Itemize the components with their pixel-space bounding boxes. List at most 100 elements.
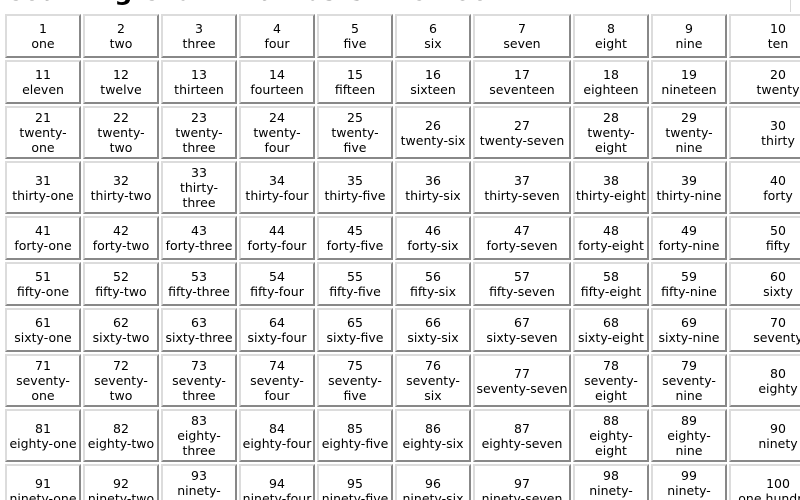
number-word: forty: [763, 187, 793, 203]
number-cell: 5 five: [317, 14, 393, 58]
number-word: thirty-nine: [656, 187, 722, 203]
number-word: sixty-five: [326, 330, 384, 345]
number-digit: 20: [770, 67, 786, 82]
number-digit: 3: [195, 21, 203, 36]
number-word: sixty-three: [165, 330, 233, 345]
number-word: seventy-four: [250, 373, 304, 403]
number-cell: 86 eighty-six: [395, 409, 471, 462]
number-word: fifty-nine: [661, 284, 717, 299]
number-cell: 90 ninety: [729, 409, 800, 462]
number-word: sixteen: [410, 82, 456, 97]
number-word: eight: [595, 36, 627, 51]
number-cell: 43 forty-three: [161, 216, 237, 260]
number-digit: 45: [347, 223, 363, 238]
number-word: seventy-seven: [476, 380, 568, 396]
table-row: 51 fifty-one 52 fifty-two 53 fifty-three 54 fif…: [5, 262, 800, 306]
number-digit: 33: [191, 165, 207, 180]
number-cell: 60 sixty: [729, 262, 800, 306]
number-cell: 95 ninety-five: [317, 464, 393, 500]
number-word: eighty-nine: [667, 428, 711, 458]
number-word: thirty-four: [245, 187, 309, 203]
number-digit: 48: [603, 223, 619, 238]
number-cell: 23 twenty-three: [161, 106, 237, 159]
number-cell: 75 seventy-five: [317, 354, 393, 407]
number-word: ninety-nine: [667, 483, 711, 500]
number-cell: 37 thirty-seven: [473, 161, 571, 214]
number-word: six: [424, 36, 442, 51]
number-word: twelve: [100, 82, 142, 97]
number-cell: 59 fifty-nine: [651, 262, 727, 306]
number-digit: 86: [425, 420, 441, 436]
number-cell: 7 seven: [473, 14, 571, 58]
number-digit: 67: [514, 315, 530, 330]
number-digit: 8: [607, 21, 615, 36]
number-word: ninety-four: [242, 490, 312, 500]
number-cell: 15 fifteen: [317, 60, 393, 104]
number-cell: 31 thirty-one: [5, 161, 81, 214]
number-digit: 57: [514, 269, 530, 284]
number-digit: 30: [770, 117, 786, 133]
number-cell: 84 eighty-four: [239, 409, 315, 462]
number-word: ninety-five: [321, 490, 389, 500]
number-cell: 48 forty-eight: [573, 216, 649, 260]
number-cell: 34 thirty-four: [239, 161, 315, 214]
number-digit: 85: [347, 420, 363, 436]
number-word: four: [264, 36, 290, 51]
number-cell: 12 twelve: [83, 60, 159, 104]
number-word: eighty-two: [87, 435, 155, 451]
number-cell: 96 ninety-six: [395, 464, 471, 500]
number-word: seventy-one: [16, 373, 70, 403]
number-digit: 22: [113, 110, 129, 125]
number-digit: 53: [191, 269, 207, 284]
number-digit: 50: [770, 223, 786, 238]
number-word: eighty: [758, 380, 798, 396]
number-word: twenty-six: [400, 132, 466, 148]
number-word: thirty-five: [324, 187, 386, 203]
number-digit: 76: [425, 358, 441, 373]
number-word: ninety-six: [402, 490, 464, 500]
number-word: eighty-seven: [481, 435, 563, 451]
number-cell: 14 fourteen: [239, 60, 315, 104]
number-digit: 46: [425, 223, 441, 238]
number-word: twenty-nine: [665, 125, 713, 155]
number-digit: 49: [681, 223, 697, 238]
numbers-table: 1 one 2 two 3 three 4 four 5 five 6 six 7 seven 8 eight…: [3, 12, 800, 500]
number-digit: 51: [35, 269, 51, 284]
number-word: seventy-three: [172, 373, 226, 403]
number-cell: 30 thirty: [729, 106, 800, 159]
number-cell: 93ninety-three: [161, 464, 237, 500]
number-word: forty-nine: [658, 238, 720, 253]
number-digit: 54: [269, 269, 285, 284]
number-digit: 39: [681, 172, 697, 188]
number-digit: 81: [35, 420, 51, 436]
number-digit: 6: [429, 21, 437, 36]
number-digit: 97: [514, 475, 530, 491]
number-digit: 15: [347, 67, 363, 82]
number-word: forty-eight: [578, 238, 644, 253]
number-digit: 27: [514, 117, 530, 133]
number-digit: 94: [269, 475, 285, 491]
number-word: fifty-two: [95, 284, 147, 299]
table-row: 1 one 2 two 3 three 4 four 5 five 6 six 7 seven 8 eight…: [5, 14, 800, 58]
number-word: thirteen: [174, 82, 224, 97]
number-cell: 76 seventy-six: [395, 354, 471, 407]
number-digit: 68: [603, 315, 619, 330]
number-word: ten: [767, 36, 789, 51]
number-digit: 90: [770, 420, 786, 436]
number-cell: 26 twenty-six: [395, 106, 471, 159]
number-cell: 94 ninety-four: [239, 464, 315, 500]
number-cell: 32 thirty-two: [83, 161, 159, 214]
number-cell: 81 eighty-one: [5, 409, 81, 462]
number-word: thirty-three: [179, 180, 219, 210]
number-cell: 64 sixty-four: [239, 308, 315, 352]
number-word: five: [343, 36, 367, 51]
number-digit: 63: [191, 315, 207, 330]
number-word: twenty-five: [331, 125, 379, 155]
number-cell: 69 sixty-nine: [651, 308, 727, 352]
number-word: twenty-seven: [479, 132, 565, 148]
number-digit: 95: [347, 475, 363, 491]
number-word: sixty-eight: [578, 330, 644, 345]
number-word: thirty-eight: [576, 187, 646, 203]
number-cell: 47 forty-seven: [473, 216, 571, 260]
number-word: thirty: [761, 132, 795, 148]
